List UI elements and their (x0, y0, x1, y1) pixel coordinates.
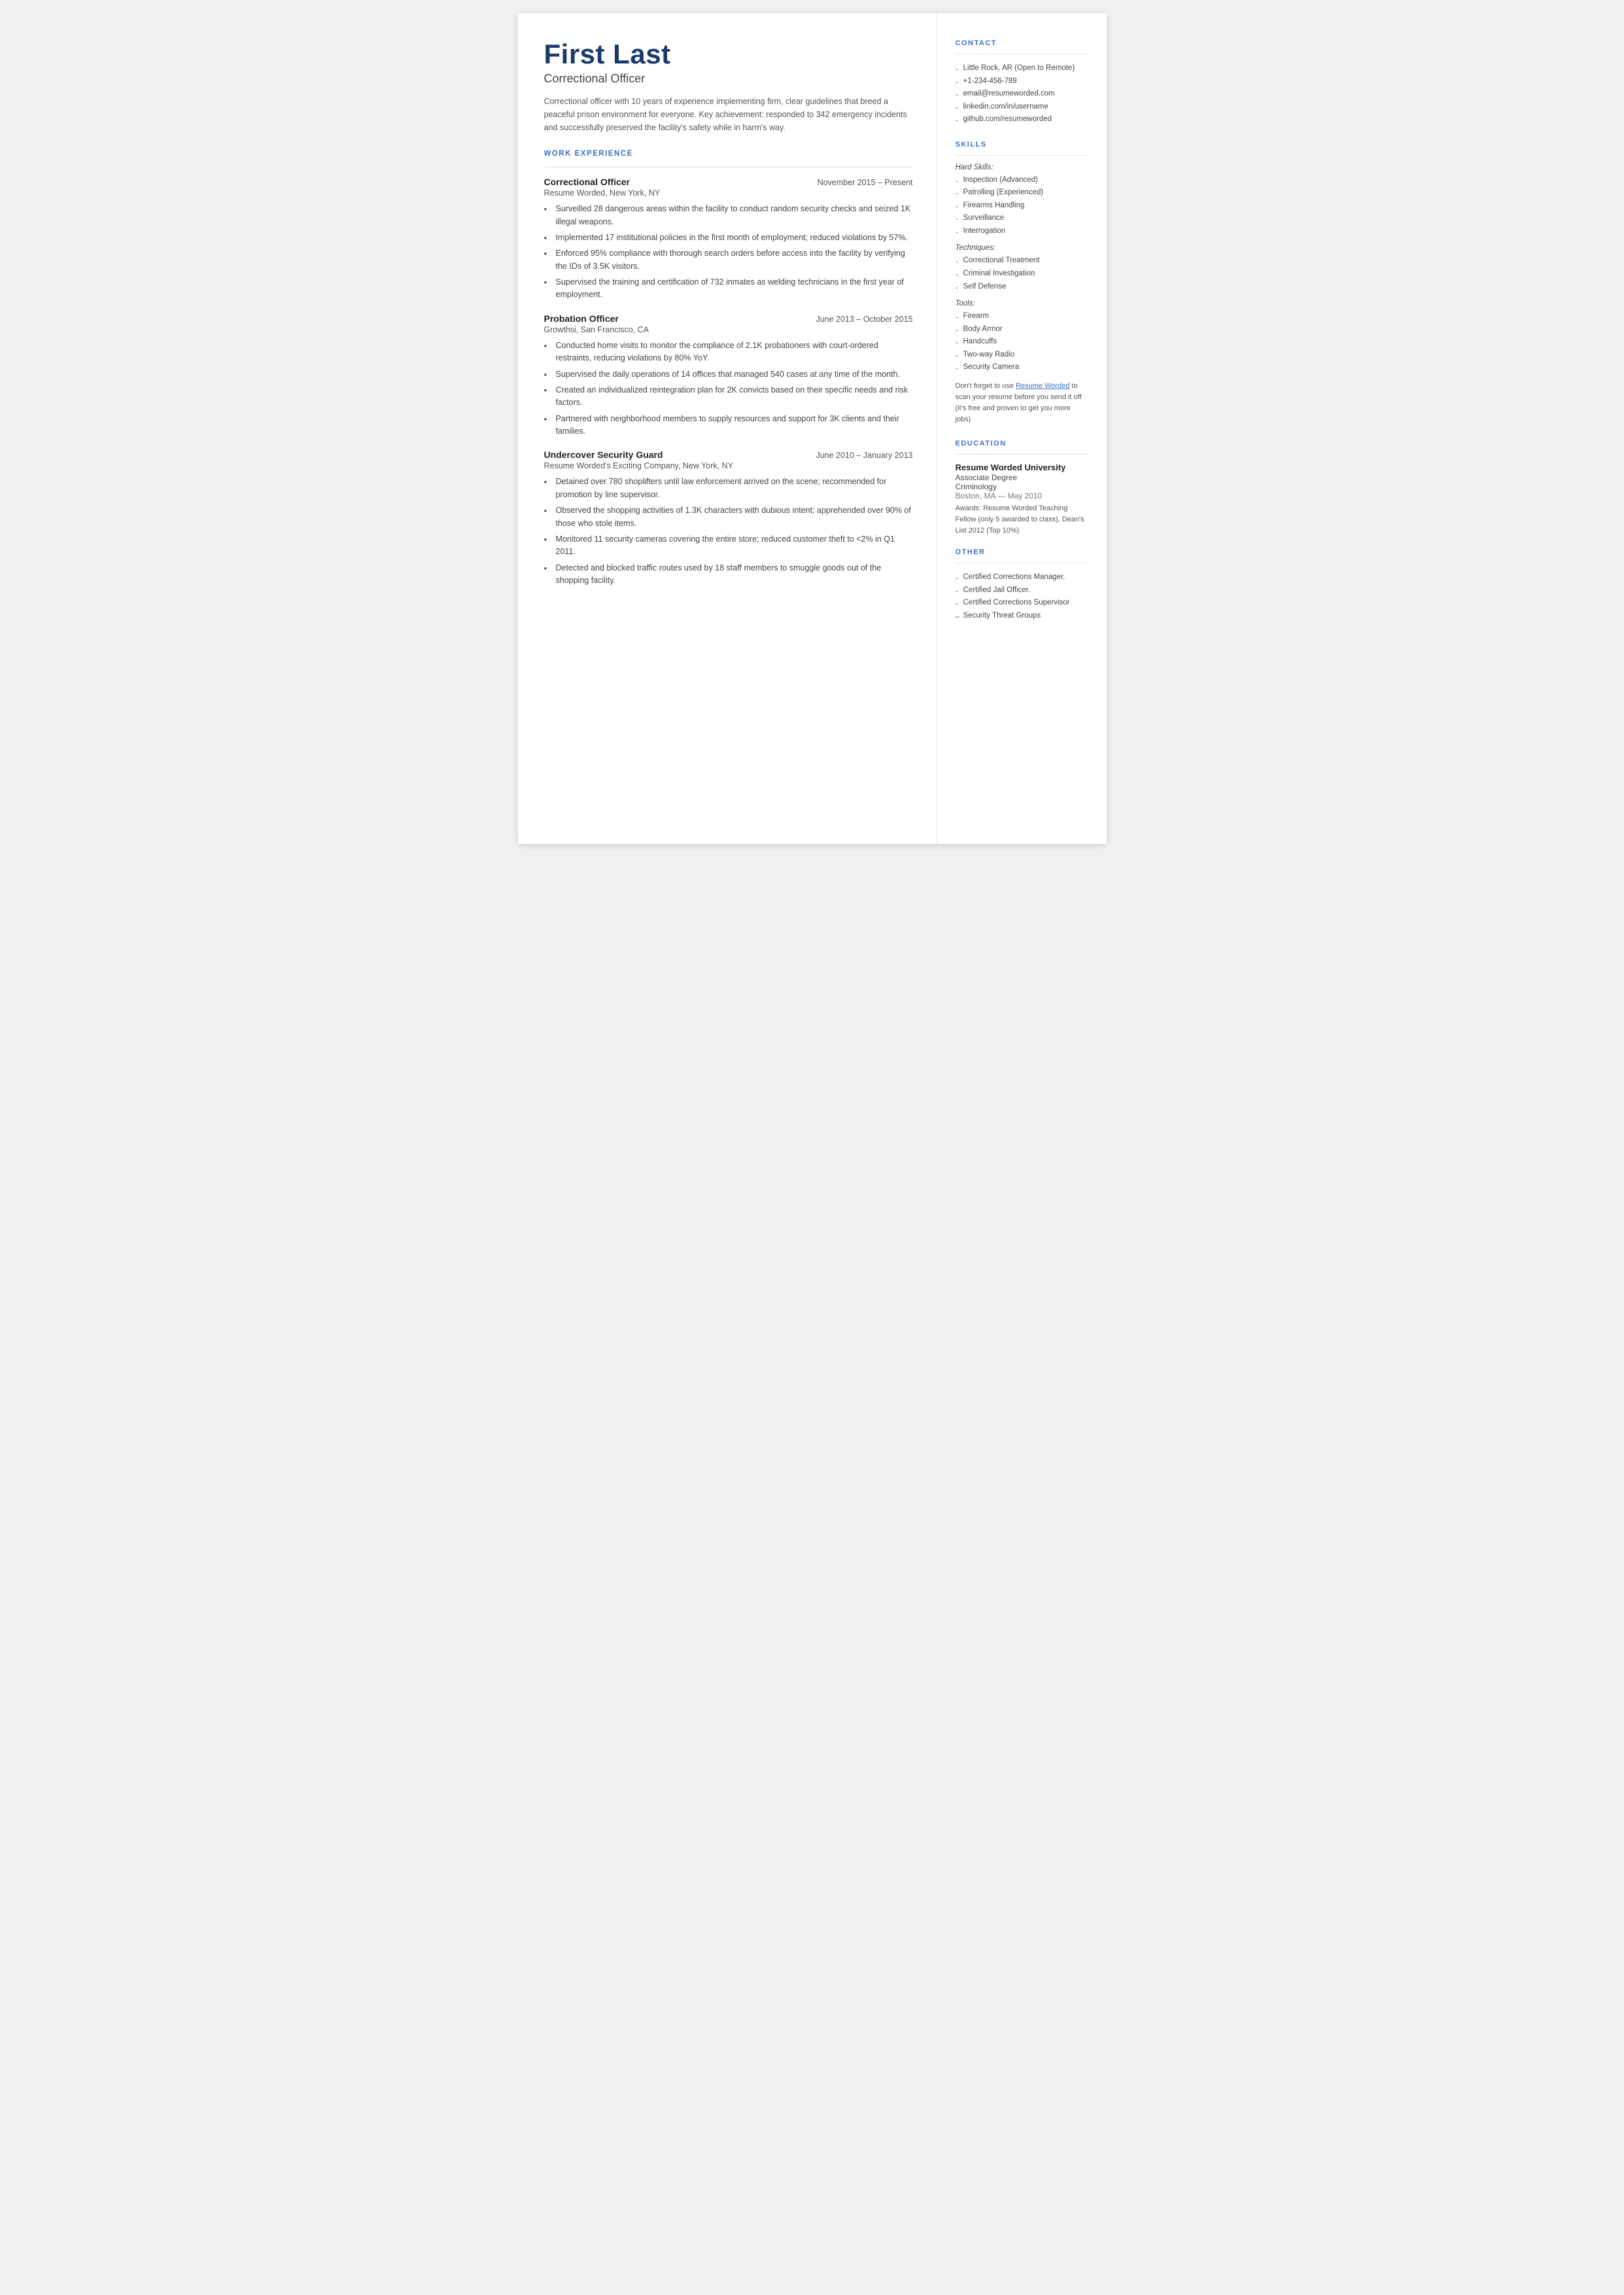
list-item: Two-way Radio (956, 349, 1088, 362)
list-item: Certified Jail Officer. (956, 584, 1088, 597)
list-item: Certified Corrections Supervisor (956, 597, 1088, 610)
job-3: Undercover Security Guard June 2010 – Ja… (544, 449, 913, 587)
job-1-dates: November 2015 – Present (818, 178, 913, 187)
edu-school: Resume Worded University (956, 463, 1088, 472)
job-2-dates: June 2013 – October 2015 (816, 315, 912, 324)
contact-phone: +1-234-456-789 (956, 75, 1088, 88)
job-3-bullets: Detained over 780 shoplifters until law … (544, 476, 913, 587)
promo-prefix: Don't forget to use (956, 382, 1016, 390)
contact-email: email@resumeworded.com (956, 88, 1088, 101)
techniques-list: Correctional Treatment Criminal Investig… (956, 254, 1088, 293)
job-2-header: Probation Officer June 2013 – October 20… (544, 313, 913, 324)
list-item: Security Threat Groups (956, 610, 1088, 623)
other-list: Certified Corrections Manager. Certified… (956, 571, 1088, 622)
job-1-title: Correctional Officer (544, 177, 630, 187)
summary-text: Correctional officer with 10 years of ex… (544, 95, 913, 134)
list-item: Correctional Treatment (956, 254, 1088, 268)
resume-page: First Last Correctional Officer Correcti… (518, 13, 1107, 844)
work-experience-label: WORK EXPERIENCE (544, 150, 913, 158)
education-section-title: EDUCATION (956, 440, 1088, 447)
techniques-label: Techniques: (956, 244, 1088, 252)
hard-skills-label: Hard Skills: (956, 164, 1088, 171)
contact-section-title: CONTACT (956, 39, 1088, 47)
list-item: Created an individualized reintegration … (544, 384, 913, 410)
job-2-bullets: Conducted home visits to monitor the com… (544, 340, 913, 438)
tools-list: Firearm Body Armor Handcuffs Two-way Rad… (956, 310, 1088, 374)
list-item: Observed the shopping activities of 1.3K… (544, 504, 913, 530)
other-section-title: OTHER (956, 548, 1088, 556)
list-item: Detected and blocked traffic routes used… (544, 562, 913, 587)
contact-linkedin: linkedin.com/in/username (956, 101, 1088, 114)
list-item: Firearm (956, 310, 1088, 323)
list-item: Security Camera (956, 361, 1088, 374)
list-item: Inspection (Advanced) (956, 174, 1088, 187)
list-item: Firearms Handling (956, 200, 1088, 213)
job-2: Probation Officer June 2013 – October 20… (544, 313, 913, 438)
skills-section-title: SKILLS (956, 141, 1088, 149)
list-item: Supervised the daily operations of 14 of… (544, 368, 913, 381)
contact-github: github.com/resumeworded (956, 113, 1088, 126)
list-item: Body Armor (956, 323, 1088, 336)
hard-skills-list: Inspection (Advanced) Patrolling (Experi… (956, 174, 1088, 238)
edu-awards: Awards: Resume Worded Teaching Fellow (o… (956, 503, 1088, 536)
list-item: Supervised the training and certificatio… (544, 276, 913, 302)
job-1: Correctional Officer November 2015 – Pre… (544, 177, 913, 302)
list-item: Surveillance (956, 212, 1088, 225)
edu-field: Criminology (956, 482, 1088, 491)
list-item: Partnered with neighborhood members to s… (544, 413, 913, 438)
job-1-bullets: Surveilled 28 dangerous areas within the… (544, 203, 913, 302)
list-item: Handcuffs (956, 336, 1088, 349)
contact-location: Little Rock, AR (Open to Remote) (956, 62, 1088, 75)
list-item: Conducted home visits to monitor the com… (544, 340, 913, 365)
right-column: CONTACT Little Rock, AR (Open to Remote)… (937, 13, 1107, 844)
candidate-title: Correctional Officer (544, 72, 913, 86)
list-item: Detained over 780 shoplifters until law … (544, 476, 913, 501)
left-column: First Last Correctional Officer Correcti… (518, 13, 937, 844)
skills-divider (956, 155, 1088, 156)
list-item: Self Defense (956, 281, 1088, 294)
job-1-company: Resume Worded, New York, NY (544, 188, 913, 198)
education-divider (956, 454, 1088, 455)
job-3-dates: June 2010 – January 2013 (816, 451, 912, 460)
list-item: Monitored 11 security cameras covering t… (544, 533, 913, 559)
job-1-header: Correctional Officer November 2015 – Pre… (544, 177, 913, 187)
job-3-company: Resume Worded's Exciting Company, New Yo… (544, 461, 913, 470)
list-item: Interrogation (956, 225, 1088, 238)
list-item: Surveilled 28 dangerous areas within the… (544, 203, 913, 228)
job-2-company: Growthsi, San Francisco, CA (544, 325, 913, 334)
contact-list: Little Rock, AR (Open to Remote) +1-234-… (956, 62, 1088, 126)
list-item: Patrolling (Experienced) (956, 186, 1088, 200)
promo-link[interactable]: Resume Worded (1016, 382, 1069, 390)
job-3-header: Undercover Security Guard June 2010 – Ja… (544, 449, 913, 460)
list-item: Certified Corrections Manager. (956, 571, 1088, 584)
edu-location: Boston, MA — May 2010 (956, 491, 1088, 500)
job-2-title: Probation Officer (544, 313, 619, 324)
list-item: Enforced 95% compliance with thorough se… (544, 247, 913, 273)
list-item: Implemented 17 institutional policies in… (544, 232, 913, 244)
edu-degree: Associate Degree (956, 473, 1088, 482)
promo-paragraph: Don't forget to use Resume Worded to sca… (956, 381, 1088, 425)
list-item: Criminal Investigation (956, 268, 1088, 281)
candidate-name: First Last (544, 39, 913, 69)
tools-label: Tools: (956, 300, 1088, 307)
job-3-title: Undercover Security Guard (544, 449, 663, 460)
